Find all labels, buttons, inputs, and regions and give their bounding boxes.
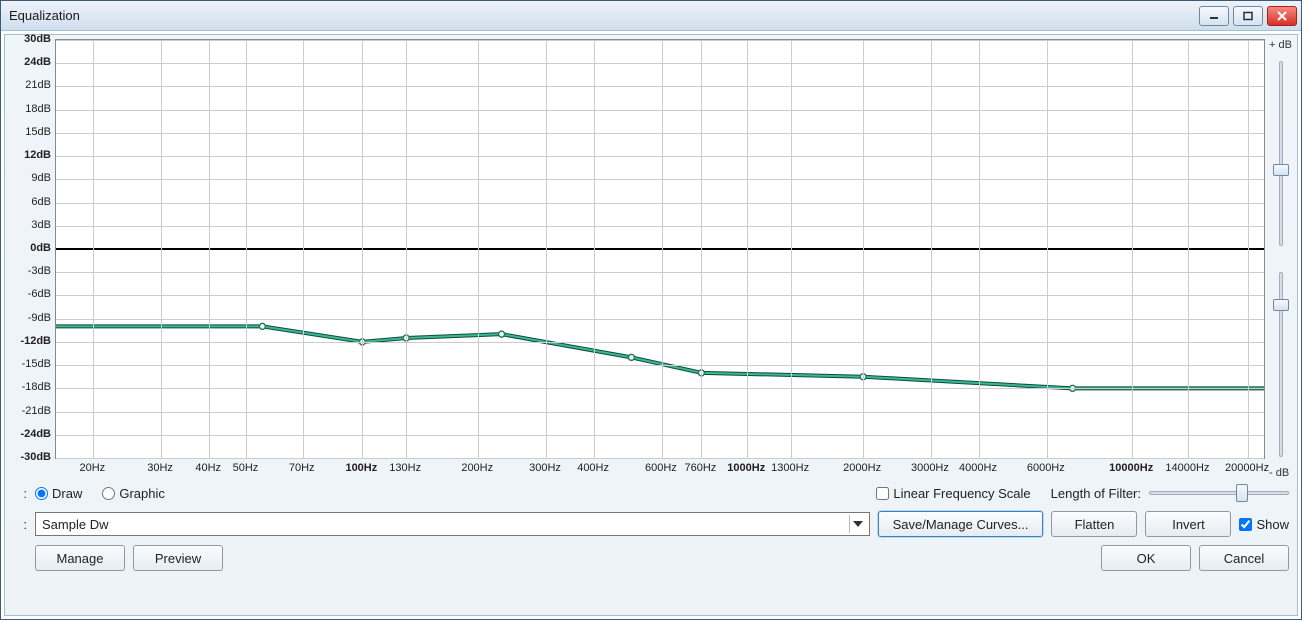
mode-prefix: : [13, 486, 27, 501]
dialog-content: 30dB 24dB 21dB 18dB 15dB 12dB 9dB 6dB 3dB 0dB -3dB… [4, 34, 1298, 616]
minimize-button[interactable] [1199, 6, 1229, 26]
x-label: 6000Hz [1027, 462, 1065, 474]
draw-radio[interactable]: Draw [35, 486, 82, 501]
x-label: 70Hz [289, 462, 315, 474]
db-sliders: + dB - dB [1265, 39, 1293, 479]
titlebar: Equalization [1, 1, 1301, 31]
lower-db-slider[interactable] [1269, 262, 1293, 467]
manage-button[interactable]: Manage [35, 545, 125, 571]
mode-row: : Draw Graphic Linear Frequency Scale Le… [9, 479, 1293, 507]
filter-length-label: Length of Filter: [1051, 486, 1141, 501]
y-label: 12dB [24, 149, 51, 161]
minus-db-label: - dB [1269, 467, 1293, 479]
y-label: -6dB [28, 288, 51, 300]
y-label: 18dB [25, 103, 51, 115]
x-label: 1300Hz [771, 462, 809, 474]
y-label: -3dB [28, 265, 51, 277]
x-label: 1000Hz [727, 462, 765, 474]
show-checkbox-label: Show [1256, 517, 1289, 532]
graph-row: 30dB24dB21dB18dB15dB12dB9dB6dB3dB0dB-3dB… [9, 39, 1293, 479]
curve-select-value: Sample Dw [42, 517, 108, 532]
y-axis-labels: 30dB24dB21dB18dB15dB12dB9dB6dB3dB0dB-3dB… [9, 39, 55, 479]
x-label: 50Hz [233, 462, 259, 474]
y-label: 24dB [24, 56, 51, 68]
curve-prefix: : [13, 517, 27, 532]
y-label: -24dB [20, 428, 51, 440]
y-label: -30dB [20, 451, 51, 463]
window-buttons [1199, 6, 1301, 26]
linear-scale-checkbox[interactable]: Linear Frequency Scale [876, 486, 1030, 501]
flatten-button[interactable]: Flatten [1051, 511, 1137, 537]
x-label: 130Hz [389, 462, 421, 474]
x-label: 30Hz [147, 462, 173, 474]
x-label: 14000Hz [1165, 462, 1209, 474]
graphic-radio[interactable]: Graphic [102, 486, 165, 501]
x-label: 20Hz [79, 462, 105, 474]
eq-plot[interactable] [55, 39, 1265, 459]
invert-button[interactable]: Invert [1145, 511, 1231, 537]
linear-scale-input[interactable] [876, 487, 889, 500]
curve-select[interactable]: Sample Dw [35, 512, 870, 536]
y-label: 9dB [31, 172, 51, 184]
x-label: 600Hz [645, 462, 677, 474]
x-label: 300Hz [529, 462, 561, 474]
maximize-button[interactable] [1233, 6, 1263, 26]
x-label: 10000Hz [1109, 462, 1153, 474]
graphic-radio-label: Graphic [119, 486, 165, 501]
y-label: 30dB [24, 33, 51, 45]
bottom-row: Manage Preview OK Cancel [9, 541, 1293, 575]
x-label: 400Hz [577, 462, 609, 474]
y-label: 15dB [25, 126, 51, 138]
y-label: -21dB [22, 405, 51, 417]
y-label: -9dB [28, 312, 51, 324]
x-label: 100Hz [345, 462, 377, 474]
filter-length-slider[interactable] [1149, 483, 1289, 503]
x-label: 20000Hz [1225, 462, 1269, 474]
x-label: 200Hz [461, 462, 493, 474]
plot-wrap: 20Hz 30Hz 40Hz 50Hz 70Hz 100Hz 130Hz 200Hz 300Hz… [55, 39, 1265, 479]
x-label: 760Hz [684, 462, 716, 474]
y-label: 21dB [25, 79, 51, 91]
window-title: Equalization [9, 8, 1199, 23]
close-button[interactable] [1267, 6, 1297, 26]
y-label: -18dB [22, 381, 51, 393]
y-label: 3dB [31, 219, 51, 231]
graphic-radio-input[interactable] [102, 487, 115, 500]
draw-radio-input[interactable] [35, 487, 48, 500]
plus-db-label: + dB [1269, 39, 1293, 51]
cancel-button[interactable]: Cancel [1199, 545, 1289, 571]
x-axis-labels: 20Hz 30Hz 40Hz 50Hz 70Hz 100Hz 130Hz 200Hz 300Hz… [55, 459, 1265, 479]
chevron-down-icon [849, 515, 867, 533]
upper-db-slider[interactable] [1269, 51, 1293, 256]
y-label: 0dB [30, 242, 51, 254]
preview-button[interactable]: Preview [133, 545, 223, 571]
show-checkbox-input[interactable] [1239, 518, 1252, 531]
linear-scale-label: Linear Frequency Scale [893, 486, 1030, 501]
y-label: 6dB [31, 196, 51, 208]
draw-radio-label: Draw [52, 486, 82, 501]
y-label: -15dB [22, 358, 51, 370]
x-label: 40Hz [195, 462, 221, 474]
x-label: 3000Hz [911, 462, 949, 474]
y-label: -12dB [20, 335, 51, 347]
x-label: 2000Hz [843, 462, 881, 474]
ok-button[interactable]: OK [1101, 545, 1191, 571]
show-checkbox[interactable]: Show [1239, 517, 1289, 532]
x-label: 4000Hz [959, 462, 997, 474]
curve-row: : Sample Dw Save/Manage Curves... Flatte… [9, 507, 1293, 541]
save-manage-curves-button[interactable]: Save/Manage Curves... [878, 511, 1044, 537]
